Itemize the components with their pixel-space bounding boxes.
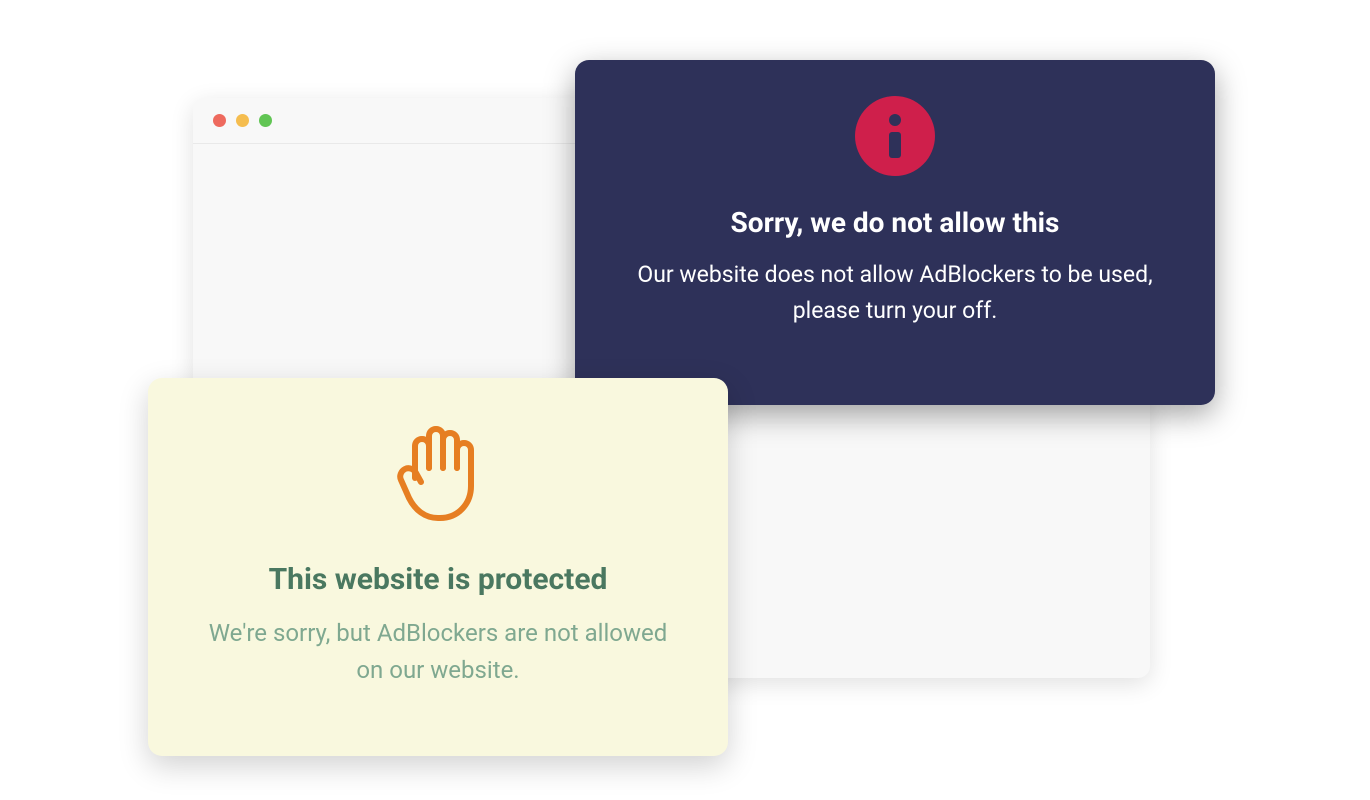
- dark-card-text: Our website does not allow AdBlockers to…: [635, 257, 1155, 328]
- adblock-warning-card-light: This website is protected We're sorry, b…: [148, 378, 728, 756]
- light-card-text: We're sorry, but AdBlockers are not allo…: [208, 615, 668, 689]
- maximize-icon[interactable]: [259, 114, 272, 127]
- close-icon[interactable]: [213, 114, 226, 127]
- minimize-icon[interactable]: [236, 114, 249, 127]
- info-icon: [855, 96, 935, 176]
- light-card-title: This website is protected: [269, 562, 608, 597]
- adblock-warning-card-dark: Sorry, we do not allow this Our website …: [575, 60, 1215, 405]
- dark-card-title: Sorry, we do not allow this: [731, 206, 1060, 239]
- hand-stop-icon: [393, 418, 483, 532]
